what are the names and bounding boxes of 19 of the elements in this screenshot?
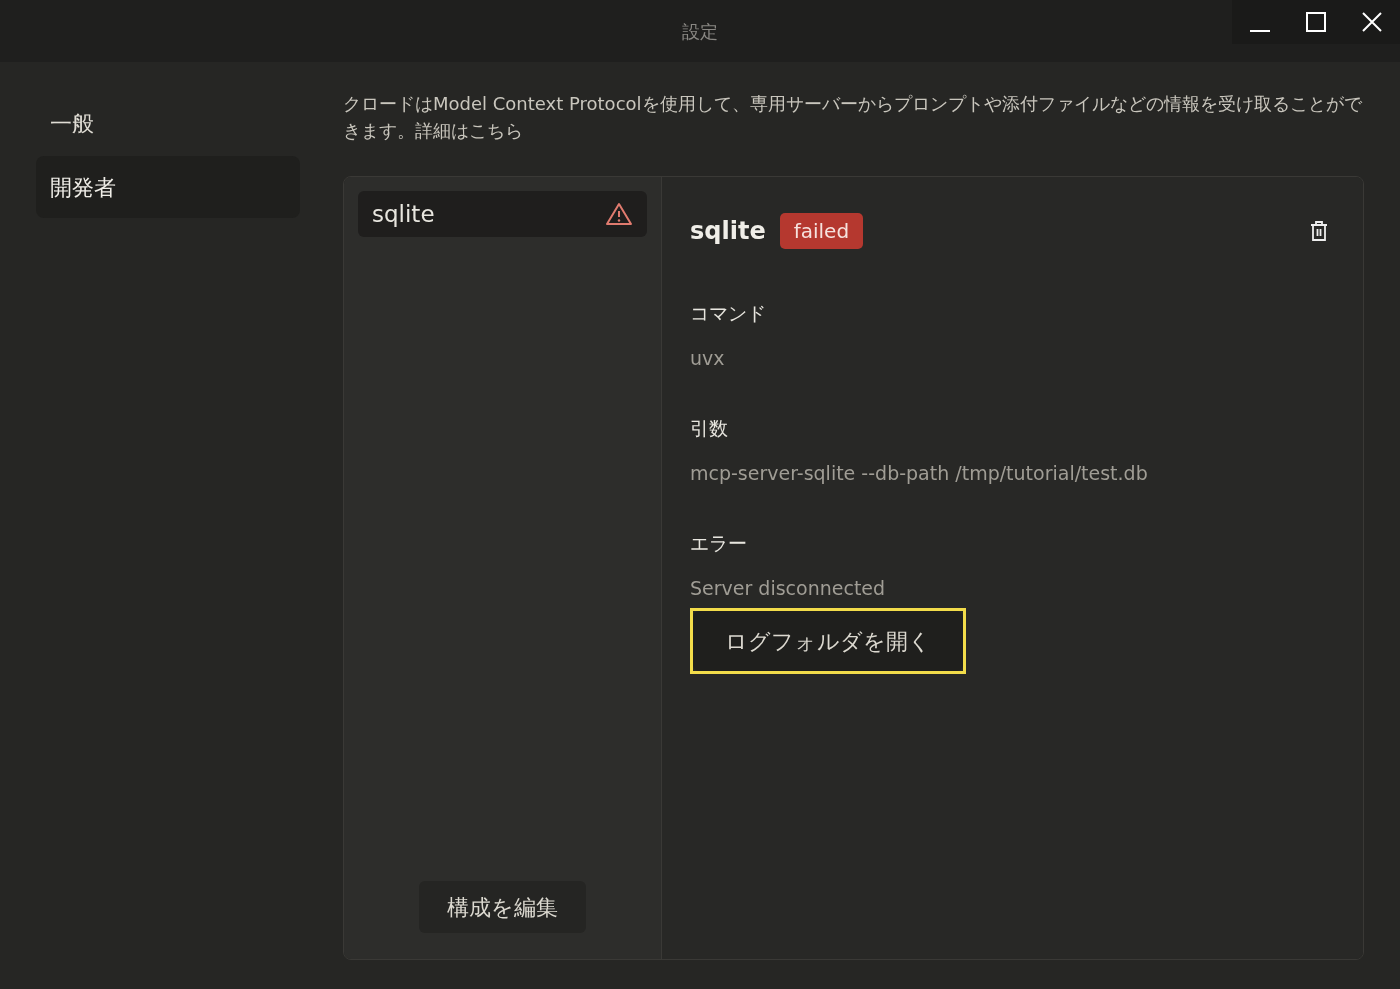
field-label: 引数 <box>690 416 729 441</box>
edit-config-button[interactable]: 構成を編集 <box>419 881 586 933</box>
field-label: エラー <box>690 531 748 556</box>
open-log-folder-button[interactable]: ログフォルダを開く <box>693 611 963 671</box>
field-value: mcp-server-sqlite --db-path /tmp/tutorial/test.db <box>690 460 1149 486</box>
sidebar-item[interactable]: 一般 <box>36 92 300 154</box>
field-label: コマンド <box>690 301 767 326</box>
server-item[interactable]: sqlite <box>358 191 647 237</box>
field-value: Server disconnected <box>690 575 887 601</box>
maximize-icon <box>1306 12 1326 32</box>
minimize-icon <box>1249 30 1271 32</box>
status-badge: failed <box>779 213 864 249</box>
trash-icon <box>1309 220 1329 242</box>
sidebar-item[interactable]: 開発者 <box>36 156 300 218</box>
description-text: クロードはModel Context Protocolを使用して、専用サーバーからプロンプトや添付ファイルなどの情報を受け取ることができます。詳細はこちら <box>343 92 1363 143</box>
field-value: uvx <box>690 345 726 371</box>
window-title: 設定 <box>682 19 718 44</box>
server-name: sqlite <box>690 216 766 247</box>
close-icon <box>1362 12 1382 32</box>
